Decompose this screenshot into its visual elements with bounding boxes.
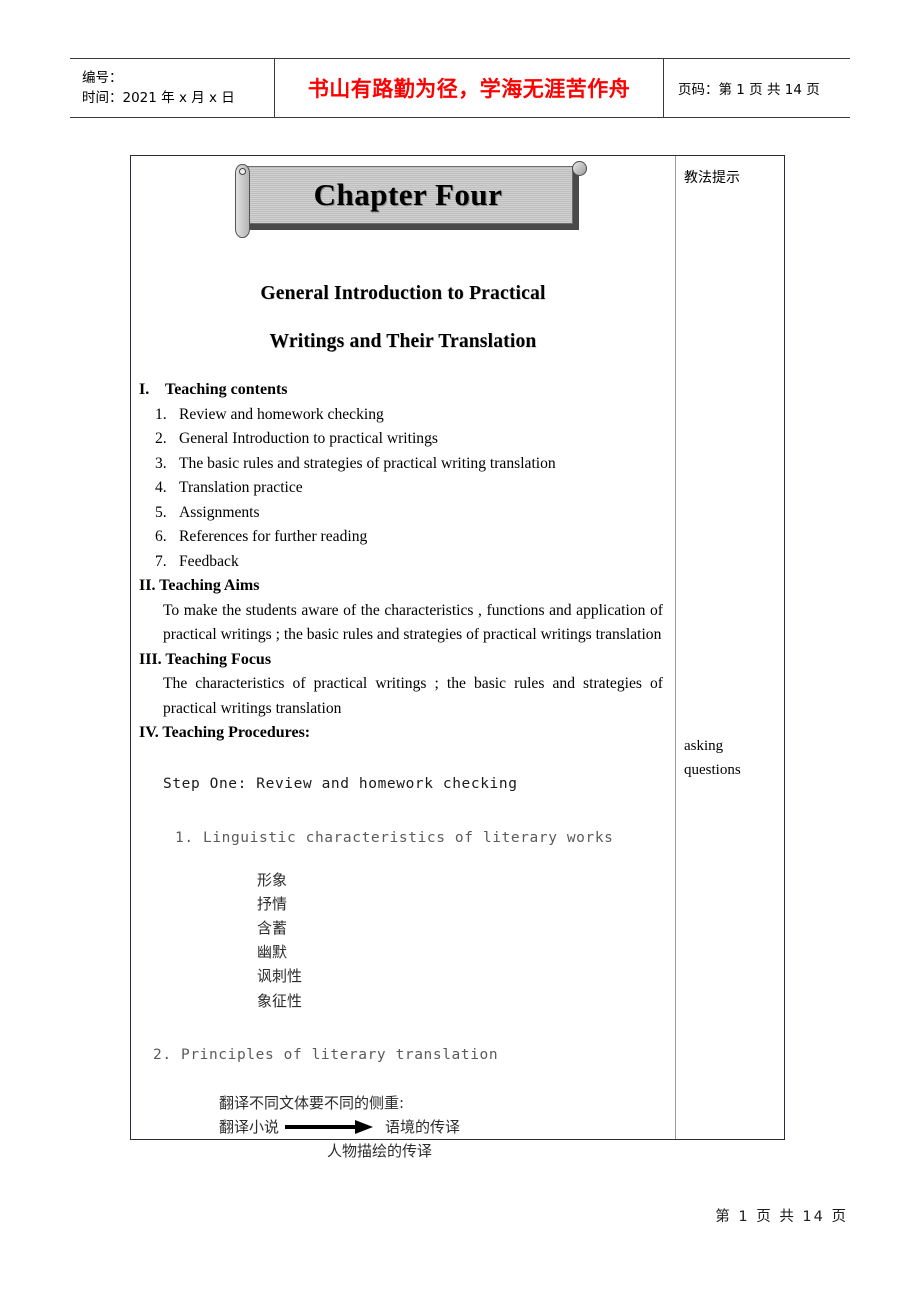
step-one-heading: Step One: Review and homework checking	[163, 775, 518, 792]
header-page-cell: 页码：第 1 页 共 14 页	[664, 59, 850, 117]
list-item: 3. The basic rules and strategies of prac…	[139, 452, 665, 477]
list-item: 抒情	[257, 894, 288, 913]
list-item-label: References for further reading	[179, 528, 368, 545]
translation-note-line: 翻译不同文体要不同的侧重:	[219, 1093, 405, 1112]
list-item: 含蓄	[257, 918, 288, 937]
list-item-label: Feedback	[179, 552, 239, 570]
header-motto-text: 书山有路勤为径，学海无涯苦作舟	[307, 76, 631, 101]
header-number-label: 编号：	[82, 70, 123, 86]
list-item: 讽刺性	[257, 967, 303, 986]
list-item-index: 4.	[155, 479, 167, 496]
teaching-aims-paragraph: To make the students aware of the charac…	[163, 601, 663, 644]
list-item-label: Review and homework checking	[179, 405, 384, 423]
list-item: 2. General Introduction to practical writ…	[139, 427, 665, 452]
teaching-notes-heading: 教法提示	[684, 170, 740, 186]
section-numeral-1: I.	[139, 381, 150, 398]
scroll-curl-right-icon	[572, 161, 587, 176]
banner-body: Chapter Four	[243, 166, 573, 224]
subtitle-line-2: Writings and Their Translation	[269, 331, 537, 352]
list-item: 象征性	[257, 991, 303, 1010]
arrow-source-label: 翻译小说	[219, 1117, 280, 1136]
list-item-index: 2.	[155, 430, 167, 447]
section-heading-teaching-focus: III. Teaching Focus	[139, 650, 272, 668]
note-line-1: asking	[684, 738, 724, 754]
header-time-label: 时间：2021 年 x 月 x 日	[82, 90, 235, 106]
header-left-cell: 编号： 时间：2021 年 x 月 x 日	[70, 59, 275, 117]
section-heading-teaching-contents: I. Teaching contents	[139, 378, 665, 403]
footer-page-text: 第 1 页 共 14 页	[715, 1209, 848, 1225]
list-item: 幽默	[257, 943, 288, 962]
list-item-index: 3.	[155, 454, 167, 472]
list-item: 形象	[257, 870, 288, 889]
list-item: 4. Translation practice	[139, 476, 665, 501]
translation-principles-block: 翻译不同文体要不同的侧重: 翻译小说 语境的传译 人物描绘的传译	[219, 1091, 665, 1163]
procedure-item-2: 2. Principles of literary translation	[153, 1046, 499, 1063]
header-page-label: 页码：第 1 页 共 14 页	[678, 82, 820, 98]
note-line-2: questions	[684, 762, 741, 778]
teaching-contents-list: 1. Review and homework checking 2. General…	[139, 403, 665, 575]
list-item-label: General Introduction to practical writin…	[179, 430, 438, 447]
list-item-label: Assignments	[179, 503, 260, 521]
arrow-target-label: 语境的传译	[385, 1117, 461, 1136]
list-item-label: The basic rules and strategies of practi…	[179, 454, 556, 472]
right-arrow-icon	[285, 1119, 377, 1134]
teaching-notes-column: 教法提示 asking questions	[676, 156, 784, 1139]
translation-arrow-row: 翻译小说 语境的传译	[219, 1115, 665, 1139]
list-item: 7. Feedback	[139, 550, 665, 575]
teaching-focus-paragraph: The characteristics of practical writing…	[163, 675, 663, 717]
document-subtitle: General Introduction to Practical Writin…	[131, 270, 675, 366]
lesson-content-column: Chapter Four General Introduction to Pra…	[131, 156, 676, 1160]
arrow-shaft	[285, 1124, 358, 1129]
list-item-index: 7.	[155, 552, 167, 570]
arrow-head	[355, 1119, 374, 1134]
subtitle-line-1: General Introduction to Practical	[260, 283, 546, 304]
section-heading-teaching-aims: II. Teaching Aims	[139, 577, 260, 594]
literary-characteristics-list: 形象 抒情 含蓄 幽默 讽刺性 象征性	[257, 868, 665, 1013]
header-motto-cell: 书山有路勤为径，学海无涯苦作舟	[275, 59, 664, 117]
list-item-index: 5.	[155, 503, 167, 521]
section-heading-teaching-procedures: IV. Teaching Procedures:	[139, 724, 311, 741]
procedure-item-1: 1. Linguistic characteristics of literar…	[175, 829, 614, 846]
list-item-label: Translation practice	[179, 479, 303, 496]
list-item: 1. Review and homework checking	[139, 403, 665, 428]
chapter-title-text: Chapter Four	[313, 177, 503, 212]
chapter-title-banner: Chapter Four	[235, 161, 587, 238]
scroll-curl-left-icon	[235, 164, 250, 238]
lesson-plan-table: Chapter Four General Introduction to Pra…	[130, 155, 785, 1160]
document-header-table: 编号： 时间：2021 年 x 月 x 日 书山有路勤为径，学海无涯苦作舟 页码…	[70, 58, 850, 118]
list-item: 6. References for further reading	[139, 525, 665, 550]
section-title-1: Teaching contents	[165, 381, 288, 398]
arrow-target-label-secondary: 人物描绘的传译	[327, 1141, 433, 1160]
teaching-note-asking-questions: asking questions	[684, 734, 741, 782]
list-item: 5. Assignments	[139, 501, 665, 526]
list-item-index: 6.	[155, 528, 167, 545]
list-item-index: 1.	[155, 405, 167, 423]
document-footer: 第 1 页 共 14 页	[0, 1205, 920, 1226]
